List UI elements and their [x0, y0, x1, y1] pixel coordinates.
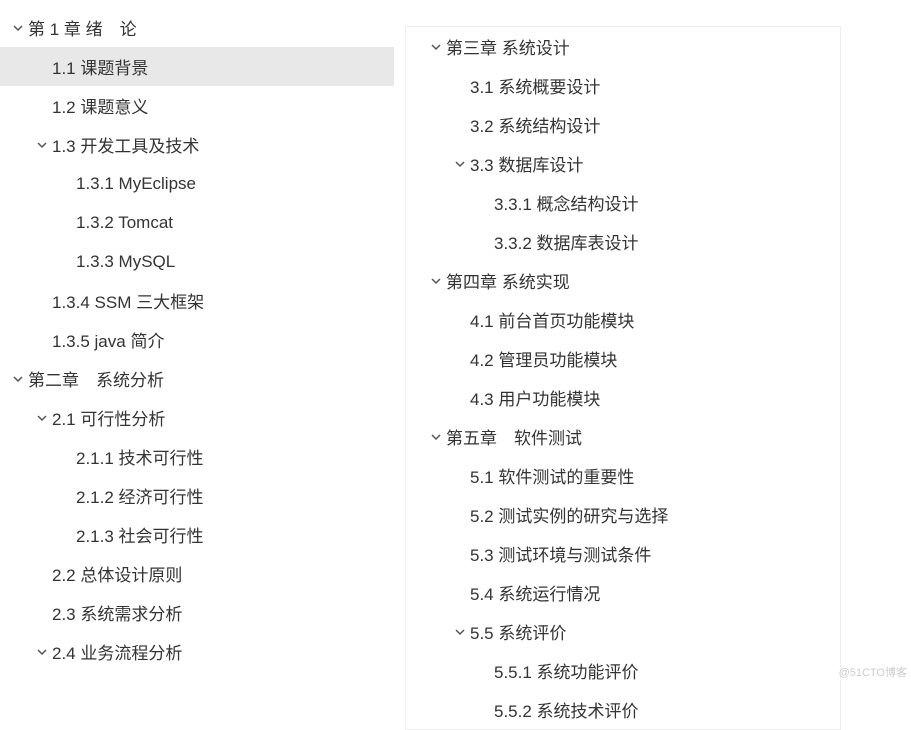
outline-item-label: 第四章 系统实现 [446, 268, 570, 293]
outline-item[interactable]: 1.2 课题意义 [0, 86, 394, 125]
outline-item-label: 第五章 软件测试 [446, 424, 582, 449]
outline-item[interactable]: 1.3 开发工具及技术 [0, 125, 394, 164]
outline-item-label: 4.1 前台首页功能模块 [470, 307, 634, 332]
outline-item-label: 1.3.2 Tomcat [76, 213, 173, 233]
outline-item-label: 5.5 系统评价 [470, 619, 566, 644]
outline-item-label: 第二章 系统分析 [28, 366, 164, 391]
outline-item[interactable]: 5.5 系统评价 [406, 612, 840, 651]
chevron-down-icon[interactable] [32, 140, 52, 150]
outline-item-label: 5.1 软件测试的重要性 [470, 463, 634, 488]
outline-item-label: 第三章 系统设计 [446, 34, 570, 59]
outline-item-label: 2.3 系统需求分析 [52, 600, 182, 625]
outline-item[interactable]: 2.4 业务流程分析 [0, 632, 394, 671]
outline-item[interactable]: 3.2 系统结构设计 [406, 105, 840, 144]
outline-item[interactable]: 1.3.5 java 简介 [0, 320, 394, 359]
outline-item[interactable]: 2.2 总体设计原则 [0, 554, 394, 593]
outline-left-pane: 第 1 章 绪 论 1.1 课题背景 1.2 课题意义 1.3 开发工具及技术 1.3.… [0, 0, 395, 694]
outline-item[interactable]: 4.1 前台首页功能模块 [406, 300, 840, 339]
outline-item[interactable]: 3.3 数据库设计 [406, 144, 840, 183]
outline-item-label: 1.1 课题背景 [52, 54, 148, 79]
outline-item[interactable]: 第三章 系统设计 [406, 27, 840, 66]
outline-item[interactable]: 2.3 系统需求分析 [0, 593, 394, 632]
outline-item[interactable]: 第四章 系统实现 [406, 261, 840, 300]
outline-item-label: 3.2 系统结构设计 [470, 112, 600, 137]
outline-item-label: 2.4 业务流程分析 [52, 639, 182, 664]
outline-item[interactable]: 第 1 章 绪 论 [0, 8, 394, 47]
chevron-down-icon[interactable] [426, 42, 446, 52]
outline-item[interactable]: 2.1.2 经济可行性 [0, 476, 394, 515]
outline-item-label: 3.3.1 概念结构设计 [494, 190, 639, 215]
chevron-down-icon[interactable] [426, 432, 446, 442]
outline-item-label: 2.2 总体设计原则 [52, 561, 182, 586]
outline-item-label: 2.1.1 技术可行性 [76, 444, 204, 469]
outline-item-label: 1.3 开发工具及技术 [52, 132, 199, 157]
outline-item[interactable]: 1.3.4 SSM 三大框架 [0, 281, 394, 320]
outline-item-label: 1.2 课题意义 [52, 93, 148, 118]
chevron-down-icon[interactable] [8, 374, 28, 384]
outline-item-label: 4.2 管理员功能模块 [470, 346, 617, 371]
outline-item[interactable]: 3.3.2 数据库表设计 [406, 222, 840, 261]
outline-item-label: 5.5.2 系统技术评价 [494, 697, 639, 722]
outline-item-label: 3.3 数据库设计 [470, 151, 583, 176]
outline-item-label: 2.1.2 经济可行性 [76, 483, 204, 508]
outline-item[interactable]: 2.1.1 技术可行性 [0, 437, 394, 476]
outline-item[interactable]: 5.4 系统运行情况 [406, 573, 840, 612]
outline-item-label: 1.3.4 SSM 三大框架 [52, 288, 204, 313]
outline-item-label: 5.4 系统运行情况 [470, 580, 600, 605]
outline-item-label: 5.3 测试环境与测试条件 [470, 541, 651, 566]
outline-item[interactable]: 第五章 软件测试 [406, 417, 840, 456]
chevron-down-icon[interactable] [8, 23, 28, 33]
outline-item[interactable]: 2.1 可行性分析 [0, 398, 394, 437]
outline-item[interactable]: 1.1 课题背景 [0, 47, 394, 86]
outline-item-label: 5.2 测试实例的研究与选择 [470, 502, 668, 527]
outline-item-label: 1.3.5 java 简介 [52, 327, 164, 352]
outline-item[interactable]: 3.3.1 概念结构设计 [406, 183, 840, 222]
outline-item[interactable]: 4.3 用户功能模块 [406, 378, 840, 417]
outline-item-label: 1.3.1 MyEclipse [76, 174, 196, 194]
outline-item-label: 第 1 章 绪 论 [28, 15, 137, 40]
outline-item-label: 2.1.3 社会可行性 [76, 522, 204, 547]
outline-item-label: 2.1 可行性分析 [52, 405, 165, 430]
outline-item[interactable]: 5.2 测试实例的研究与选择 [406, 495, 840, 534]
outline-item[interactable]: 1.3.1 MyEclipse [0, 164, 394, 203]
watermark: @51CTO博客 [839, 664, 907, 680]
outline-item-label: 5.5.1 系统功能评价 [494, 658, 639, 683]
outline-item[interactable]: 5.5.1 系统功能评价 [406, 651, 840, 690]
outline-item-label: 3.3.2 数据库表设计 [494, 229, 639, 254]
chevron-down-icon[interactable] [32, 647, 52, 657]
outline-item[interactable]: 5.5.2 系统技术评价 [406, 690, 840, 729]
outline-item[interactable]: 5.1 软件测试的重要性 [406, 456, 840, 495]
outline-item[interactable]: 1.3.2 Tomcat [0, 203, 394, 242]
outline-right-pane: 第三章 系统设计 3.1 系统概要设计 3.2 系统结构设计 3.3 数据库设计 3.3… [395, 0, 911, 694]
outline-item-label: 1.3.3 MySQL [76, 252, 175, 272]
chevron-down-icon[interactable] [426, 276, 446, 286]
outline-item-label: 4.3 用户功能模块 [470, 385, 600, 410]
outline-item[interactable]: 1.3.3 MySQL [0, 242, 394, 281]
chevron-down-icon[interactable] [450, 159, 470, 169]
chevron-down-icon[interactable] [32, 413, 52, 423]
outline-item[interactable]: 2.1.3 社会可行性 [0, 515, 394, 554]
outline-item[interactable]: 4.2 管理员功能模块 [406, 339, 840, 378]
outline-item[interactable]: 3.1 系统概要设计 [406, 66, 840, 105]
outline-item-label: 3.1 系统概要设计 [470, 73, 600, 98]
outline-item[interactable]: 第二章 系统分析 [0, 359, 394, 398]
outline-item[interactable]: 5.3 测试环境与测试条件 [406, 534, 840, 573]
chevron-down-icon[interactable] [450, 627, 470, 637]
